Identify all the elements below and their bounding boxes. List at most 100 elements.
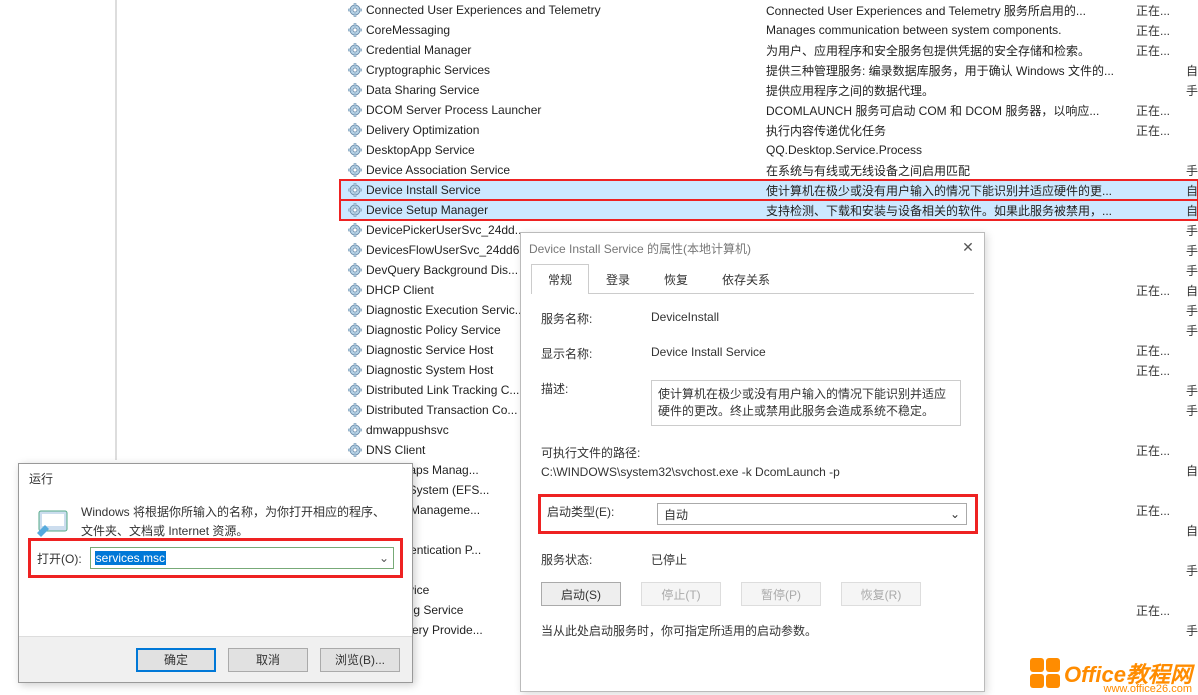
service-status: 正在... — [1136, 122, 1186, 139]
service-status: 正在... — [1136, 602, 1186, 619]
service-desc: 执行内容传递优化任务 — [766, 122, 1136, 139]
gear-icon — [348, 63, 362, 77]
chevron-down-icon: ⌄ — [950, 507, 960, 521]
pause-button: 暂停(P) — [741, 582, 821, 606]
service-row[interactable]: Device Association Service在系统与有线或无线设备之间启… — [340, 160, 1198, 180]
run-dialog: 运行 Windows 将根据你所输入的名称，为你打开相应的程序、文件夹、文档或 … — [18, 463, 413, 683]
service-type: 手... — [1186, 262, 1198, 279]
dialog-title: Device Install Service 的属性(本地计算机) — [521, 233, 984, 263]
service-row[interactable]: Cryptographic Services提供三种管理服务: 编录数据库服务，… — [340, 60, 1198, 80]
tab-recovery[interactable]: 恢复 — [647, 264, 705, 294]
gear-icon — [348, 43, 362, 57]
service-row[interactable]: CoreMessagingManages communication betwe… — [340, 20, 1198, 40]
service-type: 手... — [1186, 82, 1198, 99]
gear-icon — [348, 103, 362, 117]
service-type: 手... — [1186, 622, 1198, 639]
gear-icon — [348, 383, 362, 397]
service-status: 正在... — [1136, 282, 1186, 299]
gear-icon — [348, 123, 362, 137]
service-properties-dialog: Device Install Service 的属性(本地计算机) ✕ 常规 登… — [520, 232, 985, 692]
gear-icon — [348, 223, 362, 237]
service-name: Device Install Service — [366, 183, 766, 197]
dialog-tabs: 常规 登录 恢复 依存关系 — [531, 263, 974, 294]
service-type: 手... — [1186, 242, 1198, 259]
service-row[interactable]: Credential Manager为用户、应用程序和安全服务包提供凭据的安全存… — [340, 40, 1198, 60]
panel-divider — [115, 0, 117, 460]
service-row[interactable]: Device Install Service使计算机在极少或没有用户输入的情况下… — [340, 180, 1198, 200]
service-desc: 为用户、应用程序和安全服务包提供凭据的安全存储和检索。 — [766, 42, 1136, 59]
run-input[interactable]: services.msc ⌄ — [90, 547, 394, 569]
startup-type-select[interactable]: 自动 ⌄ — [657, 503, 967, 525]
startup-params-hint: 当从此处启动服务时，你可指定所适用的启动参数。 — [541, 622, 964, 639]
start-button[interactable]: 启动(S) — [541, 582, 621, 606]
service-type: 自... — [1186, 282, 1198, 299]
service-type: 自... — [1186, 202, 1198, 219]
service-type: 手... — [1186, 162, 1198, 179]
startup-type-value: 自动 — [664, 506, 688, 523]
service-row[interactable]: Device Setup Manager支持检测、下载和安装与设备相关的软件。如… — [340, 200, 1198, 220]
run-icon — [35, 503, 71, 539]
tab-dependencies[interactable]: 依存关系 — [705, 264, 787, 294]
service-name: CoreMessaging — [366, 23, 766, 37]
service-type: 手... — [1186, 222, 1198, 239]
service-status-label: 服务状态: — [541, 551, 651, 568]
service-type: 自... — [1186, 522, 1198, 539]
gear-icon — [348, 323, 362, 337]
service-type: 自... — [1186, 462, 1198, 479]
service-row[interactable]: Delivery Optimization执行内容传递优化任务正在... — [340, 120, 1198, 140]
service-status: 正在... — [1136, 42, 1186, 59]
service-type: 手... — [1186, 562, 1198, 579]
service-status: 正在... — [1136, 442, 1186, 459]
service-name: Data Sharing Service — [366, 83, 766, 97]
gear-icon — [348, 403, 362, 417]
service-desc: 使计算机在极少或没有用户输入的情况下能识别并适应硬件的更... — [766, 182, 1136, 199]
service-type: 自... — [1186, 182, 1198, 199]
resume-button: 恢复(R) — [841, 582, 921, 606]
ok-button[interactable]: 确定 — [136, 648, 216, 672]
service-name: Device Association Service — [366, 163, 766, 177]
service-type: 自... — [1186, 62, 1198, 79]
run-description: Windows 将根据你所输入的名称，为你打开相应的程序、文件夹、文档或 Int… — [81, 503, 396, 541]
display-name-label: 显示名称: — [541, 345, 651, 362]
service-status: 正在... — [1136, 342, 1186, 359]
gear-icon — [348, 443, 362, 457]
service-status: 正在... — [1136, 102, 1186, 119]
gear-icon — [348, 143, 362, 157]
service-type: 手... — [1186, 382, 1198, 399]
gear-icon — [348, 203, 362, 217]
service-name: Cryptographic Services — [366, 63, 766, 77]
service-name-label: 服务名称: — [541, 310, 651, 327]
service-name-value: DeviceInstall — [651, 310, 964, 327]
close-icon[interactable]: ✕ — [958, 237, 978, 257]
service-name: DesktopApp Service — [366, 143, 766, 157]
gear-icon — [348, 303, 362, 317]
stop-button: 停止(T) — [641, 582, 721, 606]
cancel-button[interactable]: 取消 — [228, 648, 308, 672]
tab-general[interactable]: 常规 — [531, 264, 589, 294]
service-row[interactable]: Connected User Experiences and Telemetry… — [340, 0, 1198, 20]
display-name-value: Device Install Service — [651, 345, 964, 362]
run-title: 运行 — [19, 464, 412, 493]
description-value: 使计算机在极少或没有用户输入的情况下能识别并适应硬件的更改。终止或禁用此服务会造… — [651, 380, 961, 426]
service-desc: Manages communication between system com… — [766, 23, 1136, 37]
gear-icon — [348, 283, 362, 297]
exe-path-label: 可执行文件的路径: — [541, 444, 964, 461]
service-desc: 提供三种管理服务: 编录数据库服务，用于确认 Windows 文件的... — [766, 62, 1136, 79]
service-desc: DCOMLAUNCH 服务可启动 COM 和 DCOM 服务器，以响应... — [766, 102, 1136, 119]
service-status: 正在... — [1136, 22, 1186, 39]
service-status: 正在... — [1136, 502, 1186, 519]
service-row[interactable]: DCOM Server Process LauncherDCOMLAUNCH 服… — [340, 100, 1198, 120]
browse-button[interactable]: 浏览(B)... — [320, 648, 400, 672]
gear-icon — [348, 3, 362, 17]
service-name: DCOM Server Process Launcher — [366, 103, 766, 117]
gear-icon — [348, 423, 362, 437]
startup-type-label: 启动类型(E): — [547, 503, 657, 525]
watermark-url: www.office26.com — [1104, 683, 1192, 695]
service-row[interactable]: Data Sharing Service提供应用程序之间的数据代理。 手... — [340, 80, 1198, 100]
tab-logon[interactable]: 登录 — [589, 264, 647, 294]
service-row[interactable]: DesktopApp ServiceQQ.Desktop.Service.Pro… — [340, 140, 1198, 160]
service-desc: 提供应用程序之间的数据代理。 — [766, 82, 1136, 99]
service-name: Connected User Experiences and Telemetry — [366, 3, 766, 17]
service-type: 手... — [1186, 402, 1198, 419]
service-status: 正在... — [1136, 362, 1186, 379]
